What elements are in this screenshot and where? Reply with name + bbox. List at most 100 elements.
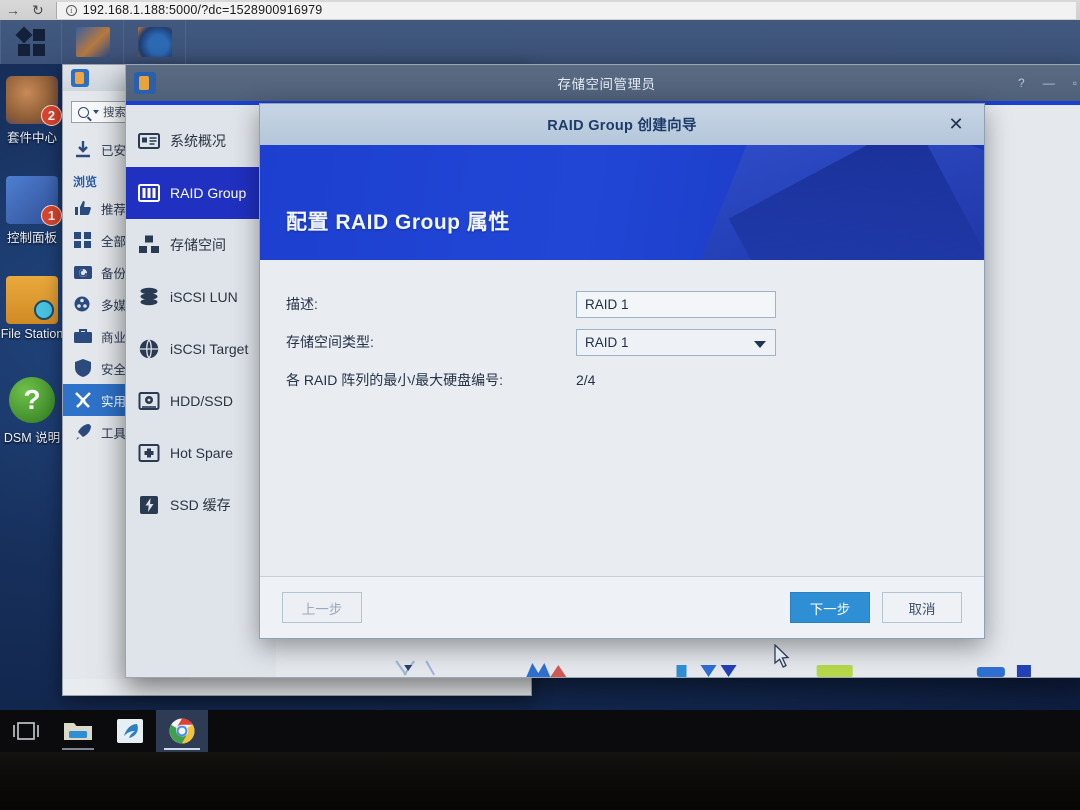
search-placeholder: 搜索 bbox=[103, 107, 126, 119]
desktop-icon-label: 控制面板 bbox=[6, 231, 57, 245]
mouse-cursor bbox=[774, 643, 792, 675]
storage-manager-titlebar[interactable]: 存储空间管理员 ? — ▫ bbox=[126, 65, 1080, 101]
bookmark-apps[interactable] bbox=[0, 20, 62, 64]
monitor-bezel: XX AUDIO DELL 值 什么值得买 bbox=[0, 752, 1080, 810]
package-center-window-icon bbox=[71, 69, 89, 87]
background-package-icons bbox=[276, 639, 1080, 677]
film-reel-icon bbox=[73, 294, 93, 314]
sidebar-item-label: 工具 bbox=[101, 426, 127, 441]
storage-manager-sidebar: 系统概况 RAID Group 存储空间 iSCSI LUN iSCSI Tar… bbox=[126, 105, 276, 677]
screenshot-root: → ↻ i 192.168.1.188:5000/?dc=15289009169… bbox=[0, 0, 1080, 810]
minimize-icon[interactable]: — bbox=[1043, 77, 1055, 89]
sidebar-item-overview[interactable]: 系统概况 bbox=[126, 115, 276, 167]
file-station-icon bbox=[6, 276, 58, 324]
sidebar-item-iscsi-lun[interactable]: iSCSI LUN bbox=[126, 271, 276, 323]
briefcase-icon bbox=[73, 326, 93, 346]
disk-range-label: 各 RAID 阵列的最小/最大硬盘编号: bbox=[286, 372, 504, 388]
file-explorer-icon[interactable] bbox=[52, 710, 104, 752]
raid-group-wizard-dialog[interactable]: RAID Group 创建向导 ✕ 配置 RAID Group 属性 描述: R… bbox=[259, 103, 985, 639]
reload-icon[interactable]: ↻ bbox=[32, 3, 44, 17]
help-icon[interactable]: ? bbox=[1018, 77, 1025, 89]
sidebar-item-label: HDD/SSD bbox=[170, 393, 234, 409]
chrome-icon[interactable] bbox=[156, 710, 208, 752]
maximize-icon[interactable]: ▫ bbox=[1073, 77, 1077, 89]
task-view-icon[interactable] bbox=[0, 710, 52, 752]
sidebar-item-label: 全部 bbox=[101, 234, 127, 249]
sidebar-item-label: RAID Group bbox=[170, 185, 247, 201]
badge-count: 1 bbox=[41, 205, 62, 226]
dialog-heading: 配置 RAID Group 属性 bbox=[286, 211, 510, 234]
apps-grid-icon bbox=[15, 26, 45, 56]
badge-count: 2 bbox=[41, 105, 62, 126]
desktop-icon-label: 套件中心 bbox=[6, 131, 57, 145]
bird-app-icon[interactable] bbox=[104, 710, 156, 752]
hot-spare-icon bbox=[138, 442, 160, 464]
window-controls: ? — ▫ bbox=[1018, 77, 1077, 89]
bookmark-item-2[interactable] bbox=[124, 20, 186, 64]
sidebar-item-ssd-cache[interactable]: SSD 缓存 bbox=[126, 479, 276, 531]
sidebar-item-label: iSCSI LUN bbox=[170, 289, 238, 305]
package-center-icon: 2 bbox=[6, 76, 62, 126]
control-panel-icon: 1 bbox=[6, 176, 62, 226]
forward-arrow-icon[interactable]: → bbox=[6, 3, 20, 17]
sidebar-item-label: 系统概况 bbox=[170, 133, 226, 149]
sidebar-item-label: 安全 bbox=[101, 362, 127, 377]
lun-icon bbox=[138, 286, 160, 308]
sidebar-item-label: 备份 bbox=[101, 266, 127, 281]
sidebar-item-label: 存储空间 bbox=[170, 237, 226, 253]
chevron-down-icon bbox=[93, 110, 99, 114]
field-row-disk-range: 各 RAID 阵列的最小/最大硬盘编号: 2/4 bbox=[286, 364, 984, 396]
bookmark-item-1[interactable] bbox=[62, 20, 124, 64]
help-icon: ? bbox=[6, 376, 58, 424]
backup-icon bbox=[73, 262, 93, 282]
desktop-icon-package-center[interactable]: 2 套件中心 bbox=[0, 76, 70, 146]
globe-icon bbox=[138, 338, 160, 360]
sidebar-item-hdd-ssd[interactable]: HDD/SSD bbox=[126, 375, 276, 427]
back-button[interactable]: 上一步 bbox=[282, 592, 362, 623]
storage-type-label: 存储空间类型: bbox=[286, 334, 374, 350]
tools-icon bbox=[73, 390, 93, 410]
sidebar-item-iscsi-target[interactable]: iSCSI Target bbox=[126, 323, 276, 375]
storage-type-value: RAID 1 bbox=[585, 334, 629, 350]
bookmark-thumb-icon bbox=[137, 27, 172, 57]
desktop-icon-dsm-help[interactable]: ? DSM 说明 bbox=[0, 376, 70, 446]
dialog-titlebar: RAID Group 创建向导 ✕ bbox=[260, 104, 984, 145]
sidebar-item-label: SSD 缓存 bbox=[170, 497, 231, 513]
address-bar[interactable]: i 192.168.1.188:5000/?dc=1528900916979 bbox=[55, 1, 1076, 19]
sidebar-item-storage-pool[interactable]: 存储空间 bbox=[126, 219, 276, 271]
description-input[interactable]: RAID 1 bbox=[576, 290, 776, 318]
desktop-icon-label: DSM 说明 bbox=[3, 431, 61, 445]
grid-icon bbox=[73, 230, 93, 250]
desktop-icon-file-station[interactable]: File Station bbox=[0, 276, 70, 341]
info-icon[interactable]: i bbox=[65, 4, 77, 16]
dialog-title: RAID Group 创建向导 bbox=[547, 118, 697, 134]
cancel-button[interactable]: 取消 bbox=[882, 592, 962, 623]
sidebar-item-raid-group[interactable]: RAID Group bbox=[126, 167, 276, 219]
raid-group-icon bbox=[138, 182, 160, 204]
window-title: 存储空间管理员 bbox=[557, 77, 656, 92]
dialog-form: 描述: RAID 1 存储空间类型: RAID 1 各 RAID 阵列的最小/最… bbox=[260, 260, 984, 600]
close-icon[interactable]: ✕ bbox=[946, 115, 966, 135]
sidebar-item-label: 推荐 bbox=[101, 202, 127, 217]
download-icon bbox=[73, 139, 93, 159]
description-label: 描述: bbox=[286, 296, 318, 312]
chevron-down-icon bbox=[754, 340, 766, 348]
thumbs-up-icon bbox=[73, 198, 93, 218]
ssd-cache-icon bbox=[138, 494, 160, 516]
sidebar-item-hot-spare[interactable]: Hot Spare bbox=[126, 427, 276, 479]
desktop-icon-control-panel[interactable]: 1 控制面板 bbox=[0, 176, 70, 246]
rocket-icon bbox=[73, 422, 93, 442]
next-button[interactable]: 下一步 bbox=[790, 592, 870, 623]
windows-taskbar bbox=[0, 710, 1080, 752]
storage-type-select[interactable]: RAID 1 bbox=[576, 328, 776, 356]
disk-icon bbox=[138, 390, 160, 412]
bookmark-thumb-icon bbox=[75, 27, 110, 57]
sidebar-item-label: Hot Spare bbox=[170, 445, 234, 461]
dialog-footer: 上一步 下一步 取消 bbox=[260, 576, 984, 638]
search-icon bbox=[78, 106, 89, 118]
storage-manager-window[interactable]: 存储空间管理员 ? — ▫ 系统概况 RAID Group 存储空间 iSCSI… bbox=[125, 64, 1080, 678]
sidebar-item-label: 商业 bbox=[101, 330, 127, 345]
dsm-desktop: 2 套件中心 1 控制面板 File Station ? DSM 说明 搜索 已… bbox=[0, 64, 1080, 710]
field-row-description: 描述: RAID 1 bbox=[286, 288, 984, 320]
field-row-storage-type: 存储空间类型: RAID 1 bbox=[286, 326, 984, 358]
